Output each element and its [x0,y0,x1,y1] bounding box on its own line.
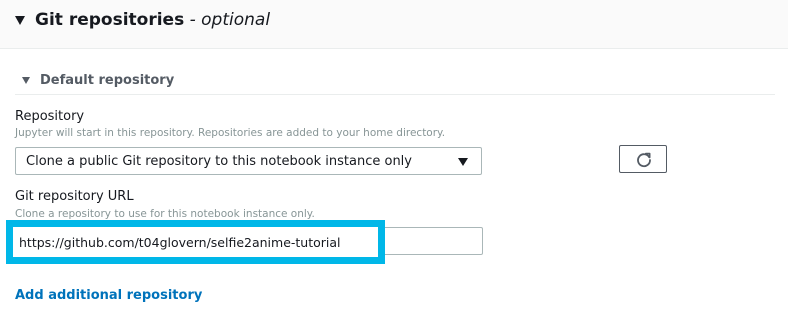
git-url-label: Git repository URL [15,189,134,204]
refresh-button[interactable] [619,145,667,173]
repository-description: Jupyter will start in this repository. R… [15,127,446,139]
repository-label: Repository [15,109,85,124]
default-repository-section[interactable]: Default repository [15,68,775,95]
caret-down-icon[interactable] [22,77,30,84]
optional-label: - optional [184,10,271,30]
panel-header[interactable]: Git repositories - optional [0,0,788,49]
caret-down-icon[interactable] [15,16,25,25]
panel-title-text: Git repositories [35,10,185,30]
repository-select[interactable]: Clone a public Git repository to this no… [15,147,482,175]
git-repositories-panel: Git repositories - optional Default repo… [0,0,788,320]
refresh-icon [637,152,651,168]
git-url-value[interactable]: https://github.com/t04glovern/selfie2ani… [19,235,341,250]
panel-title: Git repositories - optional [35,10,270,30]
repository-select-value: Clone a public Git repository to this no… [26,154,412,169]
add-repository-link[interactable]: Add additional repository [15,288,202,303]
section-title: Default repository [40,73,175,88]
git-url-description: Clone a repository to use for this noteb… [15,208,315,220]
chevron-down-icon [458,158,468,166]
